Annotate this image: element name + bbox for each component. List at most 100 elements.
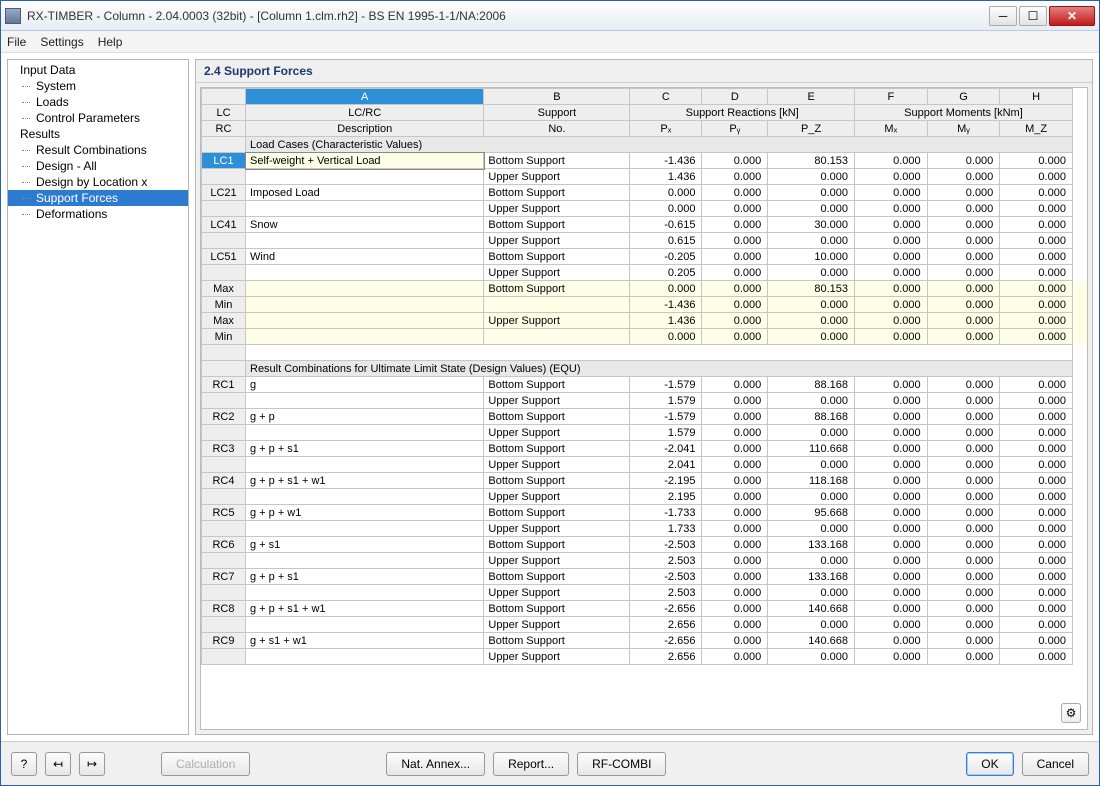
cell-value[interactable]: 0.000	[854, 649, 927, 665]
cell-support[interactable]: Upper Support	[484, 201, 630, 217]
row-id[interactable]	[202, 553, 246, 569]
cell-value[interactable]: 0.000	[1000, 409, 1073, 425]
row-id[interactable]	[202, 265, 246, 281]
cell-value[interactable]: 1.733	[630, 521, 702, 537]
cell-value[interactable]: 0.000	[768, 393, 855, 409]
cell-value[interactable]: 2.041	[630, 457, 702, 473]
cell-value[interactable]: 0.000	[927, 233, 1000, 249]
cell-value[interactable]: 0.000	[768, 617, 855, 633]
col-B[interactable]: B	[484, 89, 630, 105]
cell-support[interactable]: Bottom Support	[484, 281, 630, 297]
cell-value[interactable]: 0.000	[702, 393, 768, 409]
cell-value[interactable]: 0.000	[1000, 377, 1073, 393]
cell-value[interactable]: 0.000	[702, 633, 768, 649]
row-id[interactable]: LC41	[202, 217, 246, 233]
cell-value[interactable]: -0.615	[630, 217, 702, 233]
row-id[interactable]	[202, 649, 246, 665]
cell-value[interactable]: 0.000	[630, 281, 702, 297]
cell-desc[interactable]: g + p + s1	[246, 569, 484, 585]
row-id[interactable]	[202, 393, 246, 409]
row-id[interactable]: RC6	[202, 537, 246, 553]
cell-support[interactable]: Upper Support	[484, 553, 630, 569]
row-id[interactable]: Min	[202, 329, 246, 345]
cell-value[interactable]: 0.000	[702, 297, 768, 313]
row-id[interactable]: LC21	[202, 185, 246, 201]
cell-desc[interactable]	[246, 521, 484, 537]
cell-value[interactable]: 0.000	[768, 313, 855, 329]
cell-support[interactable]: Upper Support	[484, 233, 630, 249]
cell-support[interactable]: Bottom Support	[484, 473, 630, 489]
cell-value[interactable]: 0.000	[927, 281, 1000, 297]
row-id[interactable]: RC9	[202, 633, 246, 649]
cell-value[interactable]: 0.000	[768, 297, 855, 313]
cell-value[interactable]: 0.000	[927, 409, 1000, 425]
cell-value[interactable]: 0.000	[1000, 489, 1073, 505]
row-id[interactable]	[202, 521, 246, 537]
cell-value[interactable]: -2.503	[630, 537, 702, 553]
cancel-button[interactable]: Cancel	[1022, 752, 1089, 776]
cell-value[interactable]: 0.000	[927, 585, 1000, 601]
cell-value[interactable]: 0.000	[854, 249, 927, 265]
tree-input-data[interactable]: Input Data	[8, 62, 188, 78]
cell-value[interactable]: 0.000	[927, 425, 1000, 441]
cell-value[interactable]: 0.000	[927, 265, 1000, 281]
cell-value[interactable]: -1.436	[630, 153, 702, 169]
cell-value[interactable]: 0.000	[854, 329, 927, 345]
cell-value[interactable]: 2.503	[630, 553, 702, 569]
cell-value[interactable]: 0.000	[702, 409, 768, 425]
cell-value[interactable]: 0.000	[702, 265, 768, 281]
cell-value[interactable]: 0.000	[854, 489, 927, 505]
col-F[interactable]: F	[854, 89, 927, 105]
cell-desc[interactable]	[246, 489, 484, 505]
cell-desc[interactable]: g + p + w1	[246, 505, 484, 521]
cell-support[interactable]: Upper Support	[484, 169, 630, 185]
cell-value[interactable]: 0.000	[854, 409, 927, 425]
cell-support[interactable]: Upper Support	[484, 393, 630, 409]
cell-value[interactable]: 0.000	[702, 521, 768, 537]
cell-value[interactable]: 0.000	[702, 457, 768, 473]
cell-value[interactable]: -0.205	[630, 249, 702, 265]
cell-value[interactable]: 0.000	[702, 313, 768, 329]
cell-value[interactable]: 0.000	[1000, 569, 1073, 585]
cell-value[interactable]: 0.000	[768, 457, 855, 473]
cell-value[interactable]: 0.000	[927, 313, 1000, 329]
cell-desc[interactable]: Snow	[246, 217, 484, 233]
cell-value[interactable]: 0.000	[768, 169, 855, 185]
cell-value[interactable]: 88.168	[768, 377, 855, 393]
cell-value[interactable]: 0.000	[854, 233, 927, 249]
cell-value[interactable]: 0.000	[927, 329, 1000, 345]
cell-value[interactable]: 0.000	[1000, 297, 1073, 313]
cell-value[interactable]: 0.000	[768, 185, 855, 201]
cell-value[interactable]: 0.000	[768, 201, 855, 217]
row-id[interactable]: RC3	[202, 441, 246, 457]
cell-value[interactable]: 133.168	[768, 537, 855, 553]
ok-button[interactable]: OK	[966, 752, 1013, 776]
cell-support[interactable]: Bottom Support	[484, 441, 630, 457]
cell-value[interactable]: 0.000	[702, 377, 768, 393]
cell-desc[interactable]: g + s1	[246, 537, 484, 553]
cell-desc[interactable]	[246, 313, 484, 329]
cell-desc[interactable]	[246, 297, 484, 313]
cell-value[interactable]: 0.000	[927, 297, 1000, 313]
tree-support-forces[interactable]: Support Forces	[8, 190, 188, 206]
cell-value[interactable]: 0.000	[768, 585, 855, 601]
cell-support[interactable]: Upper Support	[484, 265, 630, 281]
cell-value[interactable]: 0.000	[854, 457, 927, 473]
cell-value[interactable]: 88.168	[768, 409, 855, 425]
cell-value[interactable]: 0.000	[630, 185, 702, 201]
menu-file[interactable]: File	[7, 35, 26, 49]
table-scroll[interactable]: ABCDEFGHLC LC/RC Support Support Reactio…	[200, 87, 1088, 730]
cell-value[interactable]: 0.000	[702, 249, 768, 265]
cell-value[interactable]: 0.000	[927, 153, 1000, 169]
cell-value[interactable]: -2.656	[630, 633, 702, 649]
cell-desc[interactable]: g + p + s1	[246, 441, 484, 457]
cell-value[interactable]: 0.000	[927, 169, 1000, 185]
cell-value[interactable]: 0.000	[1000, 537, 1073, 553]
cell-value[interactable]: 0.000	[702, 473, 768, 489]
cell-value[interactable]: 0.000	[854, 313, 927, 329]
cell-value[interactable]: 80.153	[768, 153, 855, 169]
row-id[interactable]: LC51	[202, 249, 246, 265]
cell-desc[interactable]	[246, 649, 484, 665]
col-C[interactable]: C	[630, 89, 702, 105]
cell-value[interactable]: 110.668	[768, 441, 855, 457]
